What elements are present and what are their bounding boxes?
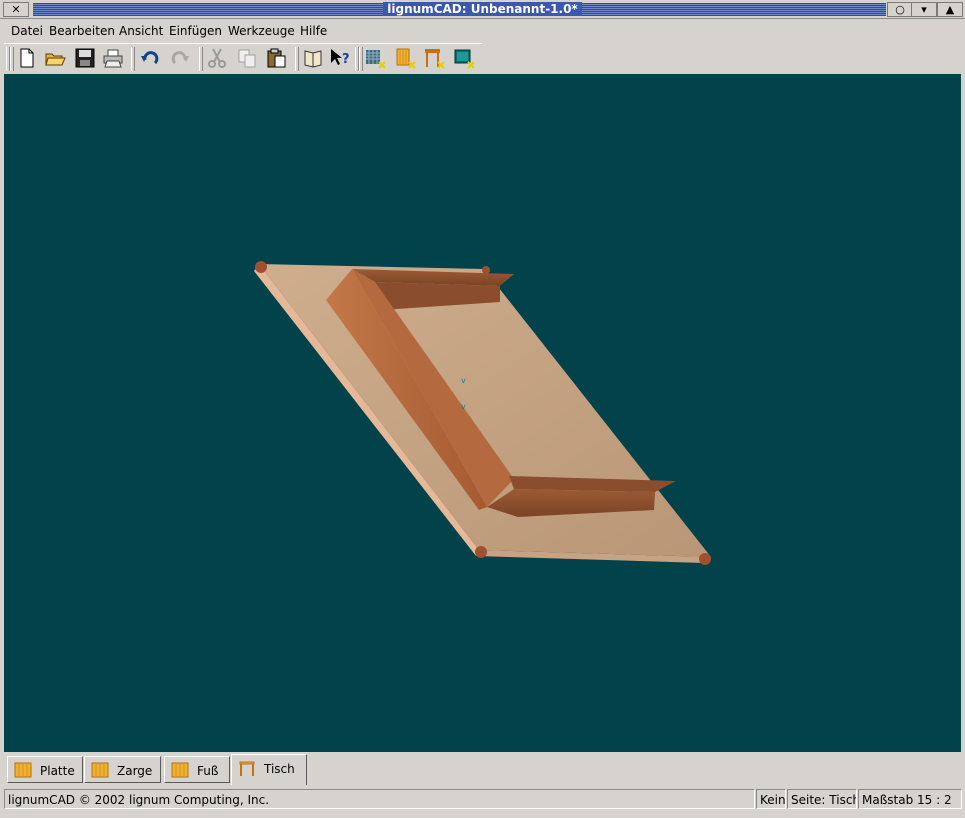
toolbar-separator <box>131 47 135 71</box>
frame-icon <box>91 762 109 778</box>
save-icon[interactable] <box>74 47 98 71</box>
menu-bearbeiten[interactable]: Bearbeiten <box>49 24 115 38</box>
menu-einfuegen[interactable]: Einfügen <box>169 24 222 38</box>
toolbar-grip[interactable] <box>359 47 363 71</box>
toolbar-separator <box>199 47 203 71</box>
tab-label: Platte <box>40 764 75 778</box>
leg-tip <box>255 261 267 273</box>
manual-icon[interactable] <box>302 47 326 71</box>
copy-icon[interactable] <box>236 47 260 71</box>
undo-icon[interactable] <box>139 47 163 71</box>
menu-werkzeuge[interactable]: Werkzeuge <box>228 24 295 38</box>
menu-bar: Datei Bearbeiten Ansicht Einfügen Werkze… <box>0 20 965 42</box>
svg-text:?: ? <box>342 52 350 67</box>
leg-tip <box>482 266 490 274</box>
maximize-button[interactable]: ▲ <box>937 2 963 17</box>
menu-ansicht[interactable]: Ansicht <box>119 24 163 38</box>
page-tabs: Platte Zarge Fuß Tisch <box>4 753 961 785</box>
tab-label: Zarge <box>117 764 153 778</box>
whats-this-icon[interactable]: ? <box>329 47 353 71</box>
status-selection: Kein <box>756 789 786 809</box>
axis-marker: v <box>461 402 466 411</box>
axis-marker: v <box>461 376 466 385</box>
tab-platte[interactable]: Platte <box>7 756 83 783</box>
toolbar-separator <box>295 47 299 71</box>
toolbar-grip[interactable] <box>10 47 14 71</box>
toolbar: ? <box>4 43 482 75</box>
table-top <box>259 264 711 557</box>
status-message: lignumCAD © 2002 lignum Computing, Inc. <box>4 789 755 809</box>
3d-viewport[interactable]: v v <box>4 74 961 752</box>
tab-label: Fuß <box>197 764 219 778</box>
status-bar: lignumCAD © 2002 lignum Computing, Inc. … <box>0 788 965 810</box>
new-board-icon[interactable] <box>364 47 388 71</box>
table-icon <box>239 761 255 776</box>
title-bar: ✕ lignumCAD: Unbenannt-1.0* ○ ▾ ▲ <box>0 0 965 19</box>
redo-icon[interactable] <box>169 47 193 71</box>
new-leg-icon[interactable] <box>423 47 447 71</box>
board-icon <box>14 762 32 778</box>
tab-tisch[interactable]: Tisch <box>231 754 307 785</box>
tab-label: Tisch <box>264 762 295 776</box>
status-scale: Maßstab 15 : 2 <box>858 789 962 809</box>
leg-icon <box>171 762 189 778</box>
tab-zarge[interactable]: Zarge <box>84 756 161 783</box>
new-frame-icon[interactable] <box>394 47 418 71</box>
leg-tip <box>699 553 711 565</box>
tab-fuss[interactable]: Fuß <box>164 756 230 783</box>
new-file-icon[interactable] <box>16 47 40 71</box>
print-icon[interactable] <box>102 47 126 71</box>
menu-hilfe[interactable]: Hilfe <box>300 24 327 38</box>
cut-icon[interactable] <box>206 47 230 71</box>
new-table-icon[interactable] <box>453 47 477 71</box>
minimize-button[interactable]: ○ <box>887 2 913 17</box>
window-title: lignumCAD: Unbenannt-1.0* <box>383 2 582 16</box>
leg-tip <box>475 546 487 558</box>
open-folder-icon[interactable] <box>44 47 68 71</box>
paste-icon[interactable] <box>265 47 289 71</box>
status-page: Seite: Tisch <box>787 789 857 809</box>
shade-button[interactable]: ▾ <box>911 2 937 17</box>
menu-datei[interactable]: Datei <box>11 24 43 38</box>
table-model: v v <box>254 261 711 565</box>
